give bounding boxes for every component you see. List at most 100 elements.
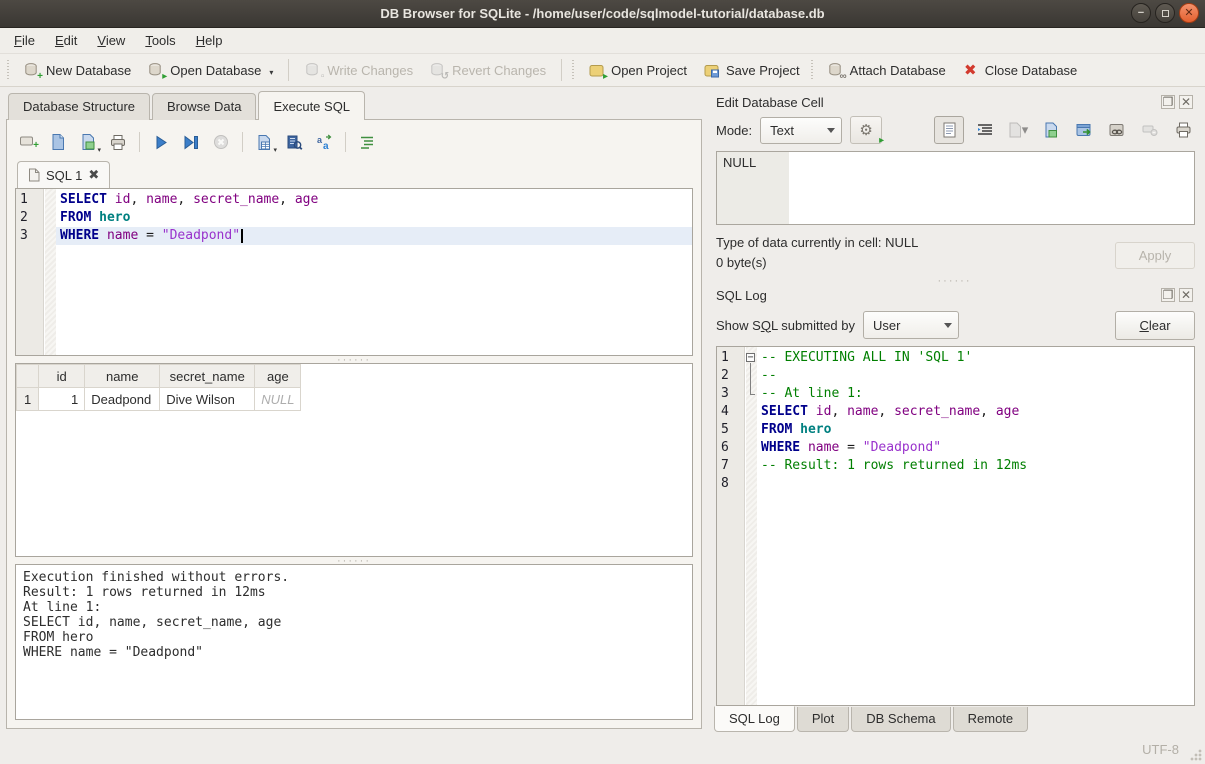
- float-dock-icon[interactable]: ❐: [1161, 95, 1175, 109]
- window-controls: − ✕: [1131, 3, 1199, 23]
- float-dock-icon[interactable]: ❐: [1161, 288, 1175, 302]
- write-changes-icon: ▫: [304, 62, 321, 79]
- column-header-name[interactable]: name: [85, 365, 160, 388]
- toolbar-drag-handle[interactable]: [7, 60, 12, 80]
- word-wrap-toggle-button[interactable]: [973, 118, 997, 142]
- save-project-button[interactable]: Save Project: [695, 58, 808, 83]
- horizontal-splitter[interactable]: ······: [15, 557, 693, 564]
- toolbar-drag-handle[interactable]: [811, 60, 816, 80]
- sql-file-tab[interactable]: SQL 1 ✖: [17, 161, 110, 188]
- cell-name[interactable]: Deadpond: [85, 388, 160, 411]
- cell-value-editor[interactable]: NULL: [716, 151, 1195, 225]
- resize-grip[interactable]: [1189, 748, 1203, 762]
- mode-select-value: Text: [770, 123, 794, 138]
- close-database-button[interactable]: ✖ Close Database: [954, 58, 1086, 83]
- results-grid[interactable]: id name secret_name age 1 1 Deadpond Div…: [15, 363, 693, 557]
- cell-editor-toolbar: ▾: [934, 116, 1197, 144]
- execution-message-box: Execution finished without errors.Result…: [15, 564, 693, 720]
- encoding-indicator: UTF-8: [1142, 742, 1179, 757]
- maximize-icon: [1162, 10, 1169, 17]
- word-wrap-button[interactable]: [354, 129, 380, 155]
- menu-tools[interactable]: Tools: [135, 30, 185, 51]
- tab-db-schema[interactable]: DB Schema: [851, 707, 950, 732]
- tab-sql-log[interactable]: SQL Log: [714, 706, 795, 732]
- find-replace-icon: [286, 134, 303, 151]
- revert-changes-icon: ↺: [429, 62, 446, 79]
- cell-editor-area[interactable]: [789, 152, 1194, 224]
- window-title: DB Browser for SQLite - /home/user/code/…: [380, 6, 824, 21]
- column-header-id[interactable]: id: [39, 365, 85, 388]
- tab-execute-sql[interactable]: Execute SQL: [258, 91, 365, 120]
- results-new-tab-dropdown-icon[interactable]: ▾: [273, 146, 277, 154]
- link-icon: [1109, 123, 1125, 138]
- print-sql-button[interactable]: [105, 129, 131, 155]
- row-header[interactable]: 1: [17, 388, 39, 411]
- submitted-by-select[interactable]: User: [863, 311, 959, 339]
- save-sql-dropdown-icon[interactable]: ▾: [97, 146, 101, 154]
- new-database-icon: +: [23, 62, 40, 79]
- cell-size-info: 0 byte(s): [716, 253, 1115, 273]
- revert-changes-button: ↺ Revert Changes: [421, 58, 554, 83]
- tab-plot[interactable]: Plot: [797, 707, 849, 732]
- tab-database-structure[interactable]: Database Structure: [8, 93, 150, 120]
- toolbar-drag-handle[interactable]: [572, 60, 577, 80]
- minimize-button[interactable]: −: [1131, 3, 1151, 23]
- autocomplete-button[interactable]: aa: [311, 129, 337, 155]
- cell-age[interactable]: NULL: [255, 388, 301, 411]
- table-row[interactable]: 1 1 Deadpond Dive Wilson NULL: [17, 388, 301, 411]
- toolbar-separator: [242, 132, 243, 152]
- menu-view[interactable]: View: [87, 30, 135, 51]
- open-project-button[interactable]: ▸ Open Project: [580, 58, 695, 83]
- print-cell-button[interactable]: [1171, 118, 1195, 142]
- window-titlebar[interactable]: DB Browser for SQLite - /home/user/code/…: [0, 0, 1205, 28]
- stop-execution-button: [208, 129, 234, 155]
- menu-edit[interactable]: Edit: [45, 30, 87, 51]
- open-sql-file-icon: [50, 133, 66, 151]
- open-database-button[interactable]: ▸ Open Database ▾: [139, 58, 281, 83]
- close-database-icon: ✖: [962, 62, 979, 79]
- results-new-tab-button[interactable]: ▾: [251, 129, 277, 155]
- cell-info-row: Type of data currently in cell: NULL 0 b…: [712, 225, 1197, 277]
- new-database-button[interactable]: + New Database: [15, 58, 139, 83]
- save-sql-file-icon: [80, 133, 96, 151]
- copy-link-button[interactable]: [1105, 118, 1129, 142]
- open-in-external-button[interactable]: [1072, 118, 1096, 142]
- menu-help[interactable]: Help: [186, 30, 233, 51]
- tab-remote[interactable]: Remote: [953, 707, 1029, 732]
- close-dock-icon[interactable]: ✕: [1179, 288, 1193, 302]
- menu-file[interactable]: File: [4, 30, 45, 51]
- chevron-down-icon: [827, 128, 835, 133]
- open-database-dropdown-icon[interactable]: ▾: [269, 68, 273, 79]
- find-replace-button[interactable]: [281, 129, 307, 155]
- cell-id[interactable]: 1: [39, 388, 85, 411]
- execute-line-button[interactable]: [178, 129, 204, 155]
- mode-select[interactable]: Text: [760, 117, 842, 144]
- horizontal-splitter[interactable]: ······: [712, 277, 1197, 284]
- clear-log-button[interactable]: Clear: [1115, 311, 1195, 340]
- autocomplete-icon: aa: [316, 134, 333, 151]
- close-dock-icon[interactable]: ✕: [1179, 95, 1193, 109]
- column-header-secret-name[interactable]: secret_name: [160, 365, 255, 388]
- tab-browse-data[interactable]: Browse Data: [152, 93, 256, 120]
- apply-data-button[interactable]: ⚙ ▸: [850, 116, 882, 144]
- set-null-button: [1138, 118, 1162, 142]
- sql-file-tabbar: SQL 1 ✖: [15, 158, 693, 188]
- horizontal-splitter[interactable]: ······: [15, 356, 693, 363]
- sql-editor[interactable]: 1SELECT id, name, secret_name, age2FROM …: [15, 188, 693, 356]
- execute-all-button[interactable]: [148, 129, 174, 155]
- close-button[interactable]: ✕: [1179, 3, 1199, 23]
- open-sql-file-button[interactable]: [45, 129, 71, 155]
- cell-secret-name[interactable]: Dive Wilson: [160, 388, 255, 411]
- sql-editor-code[interactable]: 1SELECT id, name, secret_name, age2FROM …: [16, 189, 692, 245]
- column-header-age[interactable]: age: [255, 365, 301, 388]
- maximize-button[interactable]: [1155, 3, 1175, 23]
- main-tabbar: Database Structure Browse Data Execute S…: [6, 89, 702, 120]
- attach-database-button[interactable]: ∞ Attach Database: [819, 58, 954, 83]
- close-sql-tab-icon[interactable]: ✖: [88, 167, 99, 183]
- save-sql-file-button[interactable]: ▾: [75, 129, 101, 155]
- text-mode-button[interactable]: [934, 116, 964, 144]
- sql-log-view[interactable]: 1−-- EXECUTING ALL IN 'SQL 1'2--3-- At l…: [716, 346, 1195, 706]
- execute-all-icon: [154, 135, 168, 150]
- export-cell-data-button[interactable]: [1039, 118, 1063, 142]
- new-sql-tab-button[interactable]: +: [15, 129, 41, 155]
